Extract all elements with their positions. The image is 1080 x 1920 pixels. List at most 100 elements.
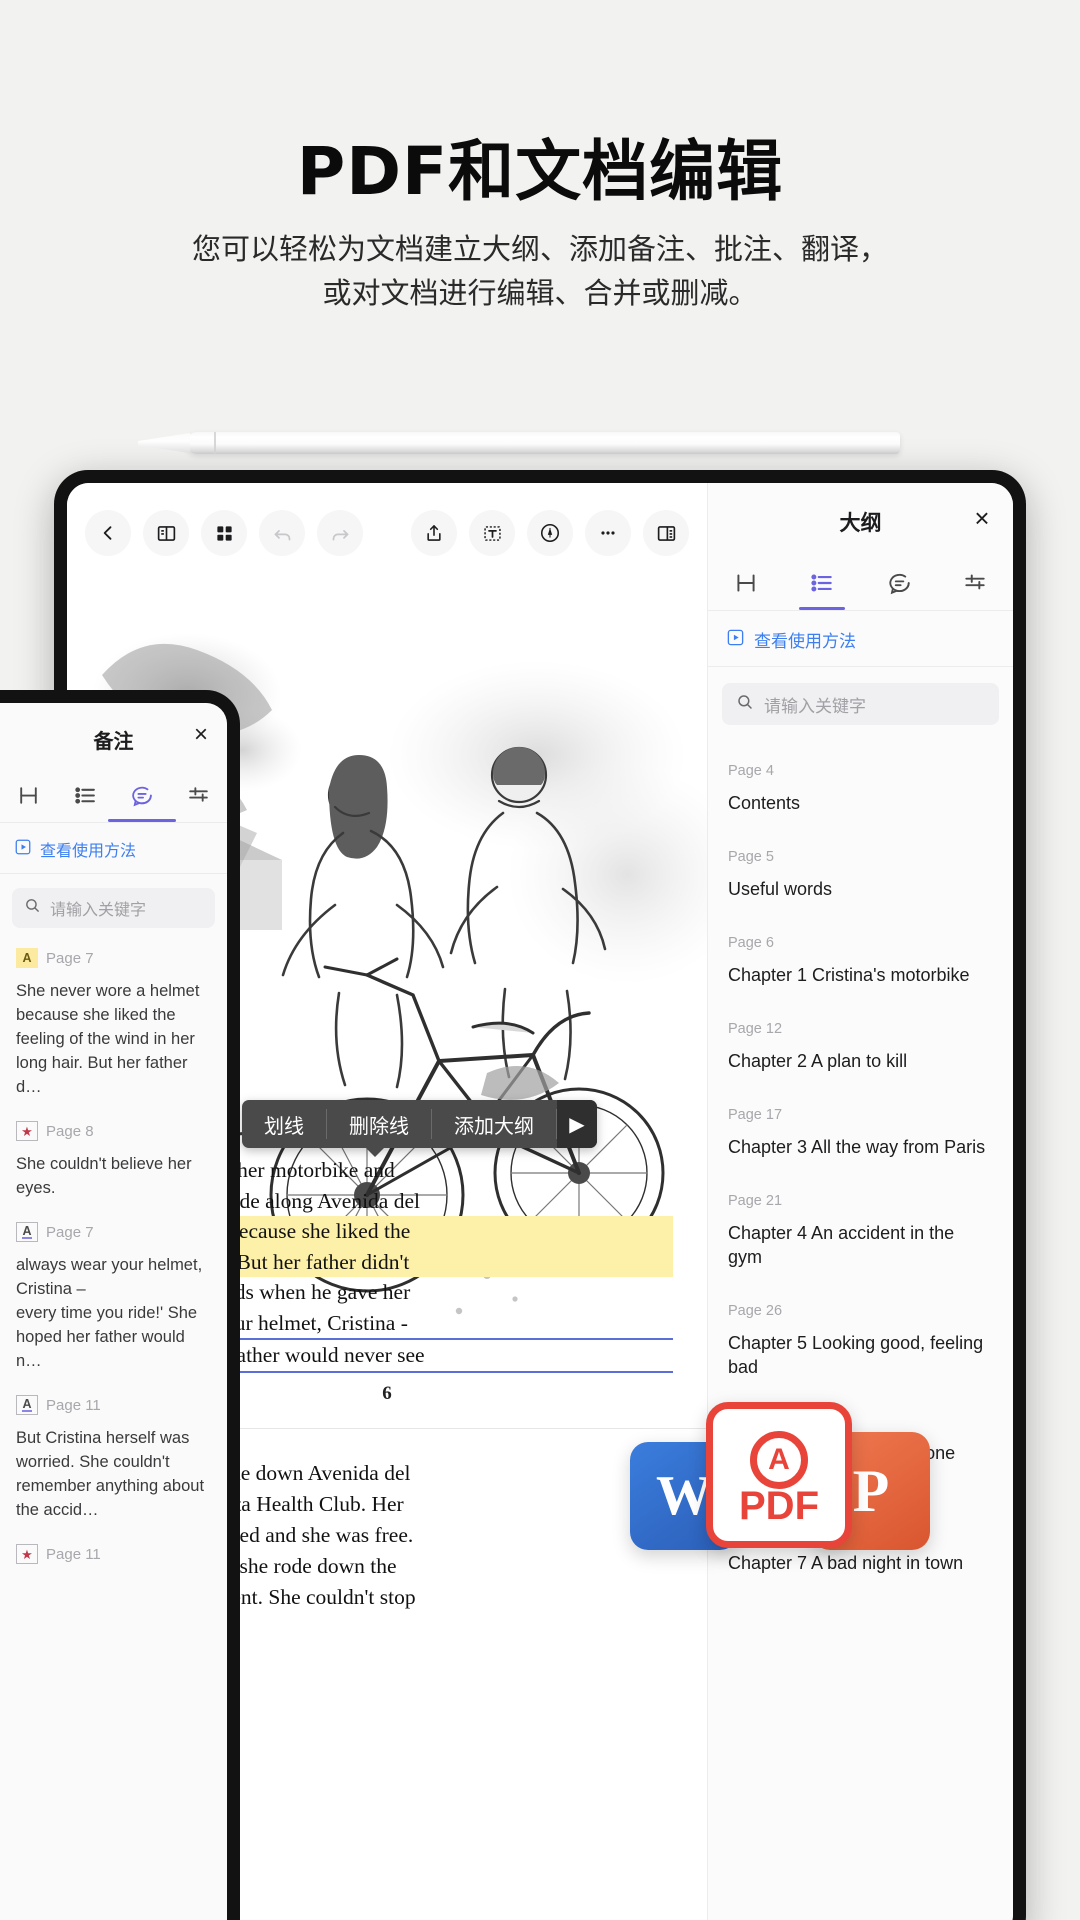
tab-notes[interactable] — [114, 769, 171, 822]
list-item[interactable]: ★ Page 11 — [0, 1530, 227, 1583]
note-body: always wear your helmet, Cristina – ever… — [16, 1256, 203, 1370]
outline-search-input[interactable]: 请输入关键字 — [722, 683, 999, 725]
share-icon[interactable] — [411, 510, 457, 556]
note-header: ★ Page 8 — [16, 1121, 211, 1141]
underline-badge-icon: A — [16, 1222, 38, 1242]
outline-item-page: Page 17 — [728, 1107, 783, 1123]
page-title: PDF和文档编辑 — [296, 133, 784, 210]
subtitle-line-1: 您可以轻松为文档建立大纲、添加备注、批注、翻译， — [191, 234, 888, 266]
tab-notes[interactable] — [861, 555, 937, 610]
list-item[interactable]: A Page 7 always wear your helmet, Cristi… — [0, 1208, 227, 1381]
outline-panel-tabs — [708, 555, 1013, 611]
tab-outline[interactable] — [784, 555, 860, 610]
list-item[interactable]: ★ Page 8 She couldn't believe her eyes. — [0, 1107, 227, 1208]
stylus-pen — [186, 432, 900, 454]
outline-item-title: Contents — [728, 793, 801, 813]
outline-howto-label: 查看使用方法 — [754, 632, 856, 651]
list-item[interactable]: Page 5 Useful words — [708, 833, 1013, 919]
outline-item-page: Page 21 — [728, 1193, 783, 1209]
annotation-next-icon[interactable]: ▶ — [557, 1100, 597, 1148]
close-icon[interactable]: × — [189, 723, 213, 747]
outline-panel: 大纲 × 查看使用方法 请输入关键字 Page 4 Contents Page … — [707, 483, 1013, 1920]
note-header: A Page 7 — [16, 948, 211, 968]
search-icon — [24, 897, 41, 919]
list-item[interactable]: Page 17 Chapter 3 All the way from Paris — [708, 1091, 1013, 1177]
toggle-right-panel-icon[interactable] — [643, 510, 689, 556]
back-icon[interactable] — [85, 510, 131, 556]
note-body: But Cristina herself was worried. She co… — [16, 1429, 205, 1519]
page-subtitle: 您可以轻松为文档建立大纲、添加备注、批注、翻译， 或对文档进行编辑、合并或删减。 — [0, 228, 1080, 316]
tab-outline[interactable] — [57, 769, 114, 822]
note-header: ★ Page 11 — [16, 1544, 211, 1564]
list-item[interactable]: A Page 11 But Cristina herself was worri… — [0, 1381, 227, 1530]
notes-panel-header: 备注 × — [0, 703, 227, 769]
underline-badge-icon: A — [16, 1395, 38, 1415]
pdf-icon: A PDF — [706, 1402, 852, 1548]
outline-item-title: Chapter 5 Looking good, feeling bad — [728, 1333, 984, 1377]
tab-thumbnails[interactable] — [708, 555, 784, 610]
outline-item-page: Page 4 — [728, 763, 774, 779]
tab-settings[interactable] — [937, 555, 1013, 610]
outline-item-title: Chapter 3 All the way from Paris — [728, 1137, 986, 1157]
document-toolbar — [67, 501, 707, 565]
subtitle-line-2: 或对文档进行编辑、合并或删减。 — [322, 278, 758, 310]
list-item[interactable]: Page 6 Chapter 1 Cristina's motorbike — [708, 919, 1013, 1005]
note-body: She never wore a helmet because she like… — [16, 982, 200, 1096]
notes-list: A Page 7 She never wore a helmet because… — [0, 934, 227, 1583]
close-icon[interactable]: × — [969, 505, 995, 531]
annotation-underline-button[interactable]: 划线 — [242, 1109, 327, 1139]
outline-item-page: Page 6 — [728, 935, 774, 951]
outline-item-title: Chapter 4 An accident in the gym — [728, 1223, 955, 1267]
outline-panel-title: 大纲 — [839, 512, 882, 535]
notes-search-placeholder: 请输入关键字 — [50, 902, 147, 919]
note-page-label: Page 7 — [46, 1223, 94, 1241]
note-body: She couldn't believe her eyes. — [16, 1155, 192, 1197]
list-item[interactable]: Page 12 Chapter 2 A plan to kill — [708, 1005, 1013, 1091]
note-page-label: Page 11 — [46, 1545, 101, 1563]
annotation-add-outline-button[interactable]: 添加大纲 — [432, 1109, 557, 1139]
notes-panel: 备注 × 查看使用方法 请输入关键字 A Page 7 She never wo… — [0, 703, 227, 1920]
file-format-icons: W P A PDF — [610, 1390, 970, 1590]
notes-howto-label: 查看使用方法 — [40, 843, 137, 860]
list-item[interactable]: A Page 7 She never wore a helmet because… — [0, 934, 227, 1107]
text-box-icon[interactable] — [469, 510, 515, 556]
annotation-toolbar[interactable]: 划线 删除线 添加大纲 ▶ — [242, 1100, 597, 1157]
outline-panel-header: 大纲 × — [708, 483, 1013, 555]
outline-item-title: Chapter 2 A plan to kill — [728, 1051, 908, 1071]
notes-device: 备注 × 查看使用方法 请输入关键字 A Page 7 She never wo… — [0, 690, 240, 1920]
notes-howto-link[interactable]: 查看使用方法 — [0, 823, 227, 874]
pen-annotate-icon[interactable] — [527, 510, 573, 556]
note-header: A Page 11 — [16, 1395, 211, 1415]
note-page-label: Page 8 — [46, 1122, 94, 1140]
outline-item-page: Page 5 — [728, 849, 774, 865]
star-badge-icon: ★ — [16, 1544, 38, 1564]
list-item[interactable]: Page 26 Chapter 5 Looking good, feeling … — [708, 1287, 1013, 1397]
list-item[interactable]: Page 4 Contents — [708, 747, 1013, 833]
notes-panel-tabs — [0, 769, 227, 823]
note-header: A Page 7 — [16, 1222, 211, 1242]
outline-item-page: Page 12 — [728, 1021, 783, 1037]
undo-icon[interactable] — [259, 510, 305, 556]
notes-search-input[interactable]: 请输入关键字 — [12, 888, 215, 928]
outline-item-title: Useful words — [728, 879, 833, 899]
tab-settings[interactable] — [170, 769, 227, 822]
promo-page: PDF和文档编辑 您可以轻松为文档建立大纲、添加备注、批注、翻译， 或对文档进行… — [0, 0, 1080, 1920]
tab-thumbnails[interactable] — [0, 769, 57, 822]
outline-search-placeholder: 请输入关键字 — [764, 696, 866, 716]
outline-item-title: Chapter 1 Cristina's motorbike — [728, 965, 970, 985]
highlight-badge-icon: A — [16, 948, 38, 968]
pdf-label: PDF — [739, 1484, 819, 1528]
annotation-strikethrough-button[interactable]: 删除线 — [327, 1109, 432, 1139]
star-badge-icon: ★ — [16, 1121, 38, 1141]
grid-thumbnails-icon[interactable] — [201, 510, 247, 556]
list-item[interactable]: Page 21 Chapter 4 An accident in the gym — [708, 1177, 1013, 1287]
outline-item-page: Page 26 — [728, 1303, 783, 1319]
outline-howto-link[interactable]: 查看使用方法 — [708, 611, 1013, 667]
acrobat-mark-icon: A — [750, 1431, 808, 1489]
note-page-label: Page 11 — [46, 1396, 101, 1414]
more-options-icon[interactable] — [585, 510, 631, 556]
book-layout-icon[interactable] — [143, 510, 189, 556]
search-icon — [736, 693, 754, 716]
play-icon — [726, 628, 745, 652]
redo-icon[interactable] — [317, 510, 363, 556]
